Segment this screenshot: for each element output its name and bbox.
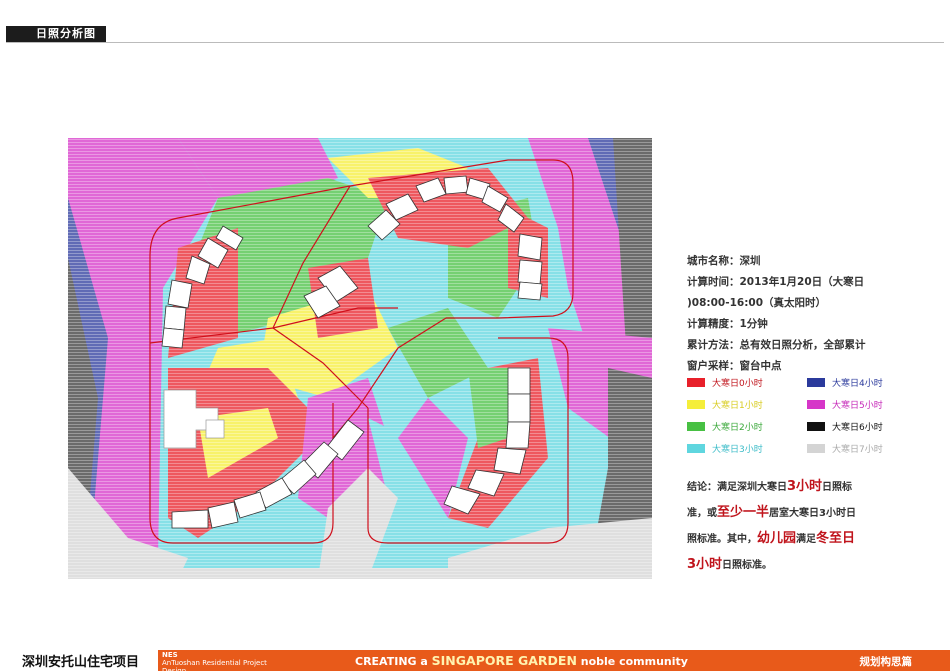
city-name: 城市名称：深圳 <box>687 255 761 267</box>
conclusion-text-part: 满足 <box>796 534 817 545</box>
project-name-en-text: AnTuoshan Residential Project Design <box>162 659 267 671</box>
legend-swatch <box>807 400 825 409</box>
legend-label: 大寒日7小时 <box>832 445 883 455</box>
title-divider <box>6 42 944 43</box>
conclusion-highlight: 幼儿园 <box>757 531 797 546</box>
conclusion-highlight: 至少一半 <box>717 505 770 520</box>
window-sampling: 窗户采样：窗台中点 <box>687 360 782 372</box>
page-title: 日照分析图 <box>6 26 106 42</box>
legend-label: 大寒日1小时 <box>712 401 763 411</box>
company-logo-text: NES <box>162 651 178 659</box>
legend-item: 大寒日1小时 <box>687 400 763 412</box>
conclusion-line-3: 照标准。其中，幼儿园满足冬至日 <box>687 526 937 552</box>
legend-swatch <box>807 444 825 453</box>
calc-precision: 计算精度：1分钟 <box>687 318 768 330</box>
legend-swatch <box>687 400 705 409</box>
legend-swatch <box>687 444 705 453</box>
legend-item: 大寒日5小时 <box>807 400 883 412</box>
conclusion-line-4: 3小时日照标准。 <box>687 552 937 578</box>
sunlight-analysis-map <box>68 138 652 579</box>
accumulation-method: 累计方法：总有效日照分析，全部累计 <box>687 339 866 351</box>
footer-bar: 深圳安托山住宅项目 NES AnTuoshan Residential Proj… <box>0 650 950 671</box>
legend-label: 大寒日2小时 <box>712 423 763 433</box>
conclusion-text: 结论：满足深圳大寒日3小时日照标 准，或至少一半居室大寒日3小时日 照标准。其中… <box>687 474 937 578</box>
legend-label: 大寒日0小时 <box>712 379 763 389</box>
legend-swatch <box>807 378 825 387</box>
legend-swatch <box>687 422 705 431</box>
legend-item: 大寒日0小时 <box>687 378 763 390</box>
legend-swatch <box>687 378 705 387</box>
slogan-highlight: SINGAPORE GARDEN <box>431 653 577 668</box>
footer-slogan: CREATING a SINGAPORE GARDEN noble commun… <box>355 653 688 668</box>
conclusion-highlight: 冬至日 <box>816 531 856 546</box>
conclusion-text-part: 日照标 <box>822 482 853 493</box>
conclusion-highlight: 3小时 <box>687 557 723 572</box>
legend-item: 大寒日6小时 <box>807 422 883 434</box>
conclusion-line-2: 准，或至少一半居室大寒日3小时日 <box>687 500 937 526</box>
conclusion-text-part: 照标准。其中， <box>687 534 757 545</box>
conclusion-text-part: 准，或 <box>687 508 717 519</box>
project-name-cn: 深圳安托山住宅项目 <box>22 655 140 670</box>
calc-time-line-2: )08:00-16:00（真太阳时） <box>687 297 827 309</box>
slogan-part: CREATING a <box>355 655 432 668</box>
project-name-en: NES AnTuoshan Residential Project Design <box>162 651 272 671</box>
analysis-parameters: 城市名称：深圳 计算时间：2013年1月20日（大寒日 )08:00-16:00… <box>687 251 937 377</box>
conclusion-highlight: 3小时 <box>787 479 823 494</box>
slogan-part: noble community <box>576 655 688 668</box>
legend-swatch <box>807 422 825 431</box>
legend-label: 大寒日4小时 <box>832 379 883 389</box>
conclusion-text-part: 居室大寒日3小时日 <box>769 508 856 519</box>
conclusion-line-1: 结论：满足深圳大寒日3小时日照标 <box>687 474 937 500</box>
legend-label: 大寒日5小时 <box>832 401 883 411</box>
calc-time-line-1: 计算时间：2013年1月20日（大寒日 <box>687 276 865 288</box>
legend-label: 大寒日6小时 <box>832 423 883 433</box>
legend-item: 大寒日3小时 <box>687 444 763 456</box>
conclusion-text-part: 日照标准。 <box>722 560 773 571</box>
legend-item: 大寒日4小时 <box>807 378 883 390</box>
legend-label: 大寒日3小时 <box>712 445 763 455</box>
conclusion-text-part: 结论：满足深圳大寒日 <box>687 482 787 493</box>
section-name: 规划构思篇 <box>859 656 913 668</box>
legend-item: 大寒日2小时 <box>687 422 763 434</box>
legend-item: 大寒日7小时 <box>807 444 883 456</box>
